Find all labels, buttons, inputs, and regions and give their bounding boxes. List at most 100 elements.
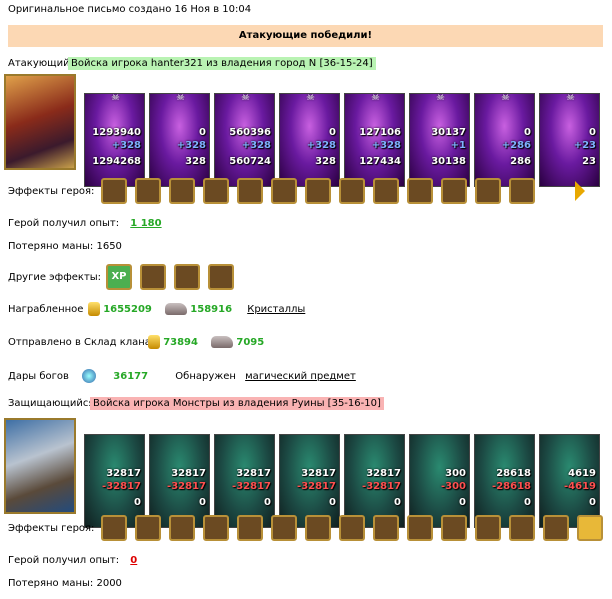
frost-icon[interactable] xyxy=(373,515,399,541)
unit-count-before: 0 xyxy=(589,127,596,138)
defender-exp-label: Герой получил опыт: xyxy=(8,555,120,566)
attacker-unit-slot[interactable]: ☠ 30137 +1 30138 xyxy=(409,93,470,187)
crystal-icon xyxy=(211,336,234,348)
defender-exp-row: Герой получил опыт: 0 xyxy=(8,555,137,566)
unit-count-before: 0 xyxy=(329,127,336,138)
skull-icon: ☠ xyxy=(176,93,185,103)
defender-unit-slot[interactable]: 32817 -32817 0 xyxy=(214,434,275,528)
unit-count-after: 0 xyxy=(134,497,141,508)
unit-count-before: 28618 xyxy=(496,468,531,479)
unit-count-after: 286 xyxy=(510,156,531,167)
demon-icon[interactable] xyxy=(305,515,331,541)
web-icon[interactable] xyxy=(373,178,399,204)
warrior-icon[interactable] xyxy=(203,515,229,541)
unit-count-delta: +328 xyxy=(176,140,206,151)
chest-icon[interactable] xyxy=(135,178,161,204)
xp-icon[interactable]: XP xyxy=(106,264,132,290)
heart-icon[interactable] xyxy=(169,178,195,204)
sun-icon[interactable] xyxy=(577,515,603,541)
unit-count-before: 32817 xyxy=(236,468,271,479)
defender-exp-value[interactable]: 0 xyxy=(130,555,137,566)
clan-storage-label: Отправлено в Склад клана xyxy=(8,337,151,348)
blade-icon[interactable] xyxy=(208,264,234,290)
defender-unit-slot[interactable]: 28618 -28618 0 xyxy=(474,434,535,528)
defender-unit-slot[interactable]: 4619 -4619 0 xyxy=(539,434,600,528)
crystals-link[interactable]: Кристаллы xyxy=(247,304,305,315)
attacker-unit-slot[interactable]: ☠ 1293940 +328 1294268 xyxy=(84,93,145,187)
helmet-icon[interactable] xyxy=(101,515,127,541)
potion-icon[interactable] xyxy=(305,178,331,204)
shield-icon[interactable] xyxy=(203,178,229,204)
gods-gifts-row: Дары богов 36177 Обнаружен магический пр… xyxy=(8,369,356,383)
hammer-icon[interactable] xyxy=(271,515,297,541)
frost-icon[interactable] xyxy=(475,515,501,541)
scroll-right-arrow-icon[interactable] xyxy=(575,181,585,201)
frost-icon[interactable] xyxy=(407,515,433,541)
unit-count-delta: +328 xyxy=(371,140,401,151)
staff-icon[interactable] xyxy=(509,515,535,541)
defender-mana-text: Потеряно маны: 2000 xyxy=(8,578,122,589)
unit-count-before: 0 xyxy=(524,127,531,138)
unit-count-after: 328 xyxy=(315,156,336,167)
unit-count-after: 0 xyxy=(329,497,336,508)
unit-count-after: 0 xyxy=(199,497,206,508)
sword-icon[interactable] xyxy=(140,264,166,290)
fire-icon[interactable] xyxy=(407,178,433,204)
loot-label: Награбленное xyxy=(8,304,84,315)
defender-hero-portrait xyxy=(4,418,76,514)
attacker-unit-slot[interactable]: ☠ 0 +328 328 xyxy=(279,93,340,187)
defender-unit-slot[interactable]: 300 -300 0 xyxy=(409,434,470,528)
mushroom-icon[interactable] xyxy=(101,178,127,204)
unit-count-before: 32817 xyxy=(366,468,401,479)
unit-count-before: 0 xyxy=(199,127,206,138)
crystal-icon xyxy=(165,303,188,315)
skull-icon: ☠ xyxy=(111,93,120,103)
defender-unit-slot[interactable]: 32817 -32817 0 xyxy=(344,434,405,528)
defender-unit-slot[interactable]: 32817 -32817 0 xyxy=(279,434,340,528)
found-item-link[interactable]: магический предмет xyxy=(245,371,356,382)
boot-icon[interactable] xyxy=(475,178,501,204)
attacker-exp-value[interactable]: 1 180 xyxy=(130,218,161,229)
loot-values: 1655209 158916 Кристаллы xyxy=(88,302,305,316)
attacker-exp-label: Герой получил опыт: xyxy=(8,218,120,229)
attacker-effects-label: Эффекты героя: xyxy=(8,186,95,197)
battle-result-banner: Атакующие победили! xyxy=(8,25,603,47)
armor-icon[interactable] xyxy=(237,515,263,541)
defender-unit-slot[interactable]: 32817 -32817 0 xyxy=(149,434,210,528)
unit-count-delta: -32817 xyxy=(297,481,336,492)
bottle-icon[interactable] xyxy=(509,178,535,204)
skull-icon: ☠ xyxy=(306,93,315,103)
defender-unit-slot[interactable]: 32817 -32817 0 xyxy=(84,434,145,528)
unit-count-delta: +23 xyxy=(573,140,596,151)
gold-icon xyxy=(148,335,160,349)
unit-count-delta: -32817 xyxy=(232,481,271,492)
attacker-unit-slot[interactable]: ☠ 127106 +328 127434 xyxy=(344,93,405,187)
unit-count-delta: -4619 xyxy=(564,481,596,492)
unit-count-before: 32817 xyxy=(106,468,141,479)
shield-icon[interactable] xyxy=(169,515,195,541)
star-icon[interactable] xyxy=(237,178,263,204)
clan-gold-value: 73894 xyxy=(163,337,198,348)
attacker-unit-slot[interactable]: ☠ 560396 +328 560724 xyxy=(214,93,275,187)
bear-icon[interactable] xyxy=(174,264,200,290)
unit-count-after: 0 xyxy=(524,497,531,508)
bone-icon[interactable] xyxy=(339,178,365,204)
sword-icon[interactable] xyxy=(135,515,161,541)
gear-icon[interactable] xyxy=(339,515,365,541)
other-effects-label: Другие эффекты: xyxy=(8,272,102,283)
attacker-unit-slot[interactable]: ☠ 0 +23 23 xyxy=(539,93,600,187)
skull-icon: ☠ xyxy=(501,93,510,103)
unit-count-delta: +1 xyxy=(450,140,466,151)
attacker-unit-slot[interactable]: ☠ 0 +328 328 xyxy=(149,93,210,187)
letter-created-text: Оригинальное письмо создано 16 Ноя в 10:… xyxy=(8,4,252,15)
clan-storage-values: 73894 7095 xyxy=(148,335,264,349)
frost-icon[interactable] xyxy=(543,515,569,541)
skull-icon: ☠ xyxy=(436,93,445,103)
attacker-label: Атакующий xyxy=(8,58,70,69)
unit-count-before: 127106 xyxy=(359,127,401,138)
frost-icon[interactable] xyxy=(441,515,467,541)
attacker-unit-slot[interactable]: ☠ 0 +286 286 xyxy=(474,93,535,187)
knight-icon[interactable] xyxy=(271,178,297,204)
unit-count-before: 560396 xyxy=(229,127,271,138)
snake-icon[interactable] xyxy=(441,178,467,204)
